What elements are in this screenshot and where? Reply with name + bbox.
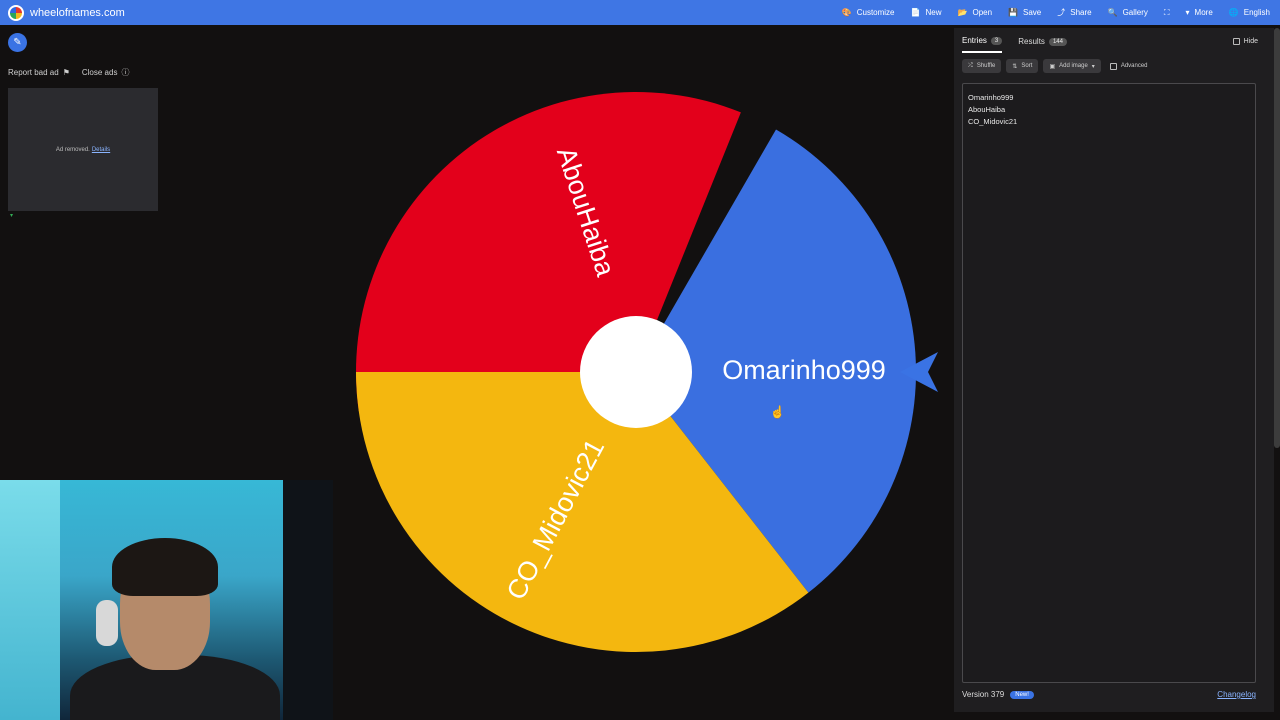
version-text: Version 379 (962, 690, 1005, 699)
globe-icon: 🌐 (1228, 7, 1239, 17)
nav-item-fullscreen[interactable]: ⛶ (1163, 7, 1170, 17)
sort-button[interactable]: ⇅ Sort (1006, 59, 1039, 73)
headset-icon (96, 600, 118, 646)
nav-label: Share (1070, 8, 1092, 17)
share-icon: ⤴ (1057, 7, 1066, 17)
flag-icon: ⚑ (62, 68, 70, 77)
shuffle-icon: ⤮ (968, 62, 973, 69)
brand[interactable]: wheelofnames.com (8, 4, 125, 21)
palette-icon: 🎨 (841, 7, 852, 17)
wheel-segment-label: Omarinho999 (722, 355, 886, 385)
wheel-logo-icon (8, 4, 24, 21)
entries-count-badge: 3 (990, 36, 1003, 45)
ad-marker-icon: ▾ (10, 213, 14, 219)
entries-panel: Entries 3 Results 144 Hide ⤮ Shuffle ⇅ S… (954, 28, 1274, 712)
edit-button[interactable]: ✎ (8, 33, 27, 52)
search-icon: 🔍 (1107, 7, 1118, 17)
streamer-hair (112, 538, 218, 596)
top-nav: 🎨 Customize 📄 New 📂 Open 💾 Save ⤴ Share 🔍 Gallery ⛶ ▾… (842, 0, 1270, 25)
nav-item-open[interactable]: 📂 Open (958, 8, 993, 17)
tab-results-label: Results (1018, 37, 1045, 46)
advanced-checkbox-box[interactable] (1109, 62, 1117, 70)
tab-entries[interactable]: Entries 3 (962, 36, 1003, 53)
nav-label: English (1243, 8, 1270, 17)
nav-item-share[interactable]: ⤴ Share (1057, 8, 1091, 17)
webcam-light-panel (0, 480, 60, 720)
shuffle-button[interactable]: ⤮ Shuffle (962, 59, 1002, 73)
entries-toolbar: ⤮ Shuffle ⇅ Sort ▣ Add image ▾ Advanced (962, 59, 1148, 73)
ad-removed-text: Ad removed. (55, 146, 90, 153)
new-badge: New! (1010, 690, 1034, 699)
name-wheel[interactable]: Omarinho999AbouHaibaCO_Midovic21☝ (340, 80, 940, 670)
advanced-checkbox[interactable]: Advanced (1109, 62, 1148, 70)
panel-footer: Version 379 New! Changelog (962, 690, 1256, 699)
nav-label: Save (1023, 8, 1042, 17)
webcam-dark-wall (283, 480, 333, 720)
new-file-icon: 📄 (910, 7, 921, 17)
nav-item-english[interactable]: 🌐 English (1229, 8, 1270, 17)
hide-checkbox[interactable]: Hide (1232, 38, 1258, 45)
entry-line: AbouHaiba (968, 105, 1006, 114)
nav-label: More (1194, 8, 1213, 17)
panel-tabs: Entries 3 Results 144 (962, 36, 1067, 53)
sort-label: Sort (1021, 63, 1033, 69)
ad-links: Report bad ad ⚑ Close ads ⓘ (8, 67, 129, 78)
add-image-label: Add image (1059, 63, 1088, 69)
save-icon: 💾 (1008, 7, 1019, 17)
nav-label: New (925, 8, 942, 17)
webcam-overlay (0, 480, 333, 720)
ad-placeholder: Ad removed. Details (8, 88, 158, 211)
brand-title: wheelofnames.com (30, 6, 125, 19)
tab-results[interactable]: Results 144 (1018, 37, 1067, 52)
advanced-label: Advanced (1120, 63, 1148, 69)
wheel-area[interactable]: Omarinho999 AbouHaiba CO_Midovic21 ☝ (340, 80, 940, 670)
folder-icon: 📂 (957, 7, 968, 17)
page-scrollbar[interactable] (1274, 28, 1280, 448)
tab-entries-label: Entries (962, 36, 987, 45)
nav-item-save[interactable]: 💾 Save (1008, 8, 1041, 17)
hide-label: Hide (1243, 38, 1258, 45)
entry-line: Omarinho999 (968, 93, 1014, 102)
changelog-link[interactable]: Changelog (1217, 690, 1256, 699)
nav-item-customize[interactable]: 🎨 Customize (842, 8, 895, 17)
add-image-button[interactable]: ▣ Add image ▾ (1043, 59, 1101, 73)
sort-icon: ⇅ (1012, 63, 1018, 70)
nav-label: Customize (856, 8, 895, 17)
entries-textarea[interactable]: Omarinho999 AbouHaiba CO_Midovic21 (962, 83, 1256, 683)
fullscreen-icon: ⛶ (1163, 7, 1170, 17)
close-ads-label: Close ads (81, 68, 118, 77)
entry-line: CO_Midovic21 (968, 117, 1018, 126)
report-bad-ad-link[interactable]: Report bad ad ⚑ (8, 67, 70, 78)
nav-item-new[interactable]: 📄 New (911, 8, 942, 17)
ad-details-link[interactable]: Details (92, 147, 110, 153)
nav-item-more[interactable]: ▾ More (1186, 8, 1213, 17)
nav-item-gallery[interactable]: 🔍 Gallery (1108, 8, 1148, 17)
shuffle-label: Shuffle (976, 63, 996, 69)
results-count-badge: 144 (1048, 37, 1067, 46)
wheel-center[interactable] (580, 316, 692, 428)
close-ads-link[interactable]: Close ads ⓘ (82, 67, 130, 78)
nav-label: Gallery (1122, 8, 1148, 17)
chevron-down-icon: ▾ (1091, 63, 1095, 70)
hide-checkbox-box[interactable] (1232, 38, 1240, 45)
nav-label: Open (972, 8, 993, 17)
chevron-down-icon: ▾ (1185, 7, 1190, 17)
image-icon: ▣ (1049, 63, 1056, 70)
top-bar: wheelofnames.com 🎨 Customize 📄 New 📂 Open 💾 Sav… (0, 0, 1280, 25)
hand-cursor-icon: ☝ (770, 404, 785, 419)
pencil-icon: ✎ (13, 37, 22, 48)
info-icon: ⓘ (121, 68, 130, 77)
report-bad-ad-label: Report bad ad (8, 68, 59, 77)
